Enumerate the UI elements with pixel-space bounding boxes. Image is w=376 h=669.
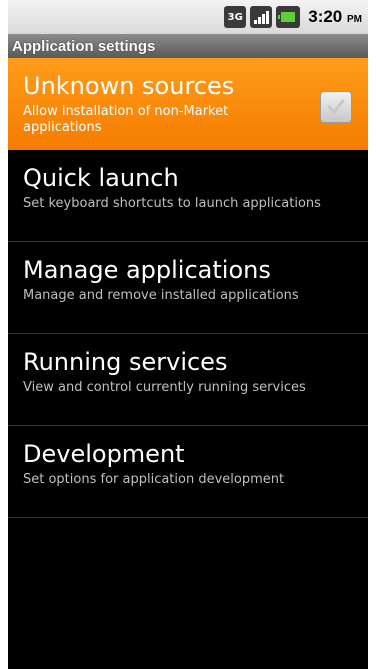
setting-quick-launch[interactable]: Quick launch Set keyboard shortcuts to l… [8,150,368,242]
3g-icon: 3G [224,6,247,28]
setting-title: Development [23,440,185,468]
setting-summary: Allow installation of non-Market applica… [23,104,229,135]
network-type-label: 3G [227,11,243,23]
status-bar: 3G 3:20 PM [8,0,368,34]
phone-screen: 3G 3:20 PM Application settings Unknown … [8,0,368,669]
setting-summary: View and control currently running servi… [23,380,306,395]
clock-time: 3:20 [308,7,343,26]
setting-summary: Set keyboard shortcuts to launch applica… [23,196,321,211]
signal-icon [250,6,273,28]
setting-title: Manage applications [23,256,271,284]
setting-unknown-sources[interactable]: Unknown sources Allow installation of no… [8,58,368,150]
settings-list: Unknown sources Allow installation of no… [8,58,368,518]
clock: 3:20 PM [308,7,362,27]
page-title: Application settings [12,37,156,55]
setting-summary: Manage and remove installed applications [23,288,299,303]
unknown-sources-checkbox[interactable] [320,91,352,123]
setting-title: Unknown sources [23,72,235,100]
battery-icon [276,6,301,28]
checkmark-icon [327,99,345,114]
setting-title: Running services [23,348,228,376]
setting-title: Quick launch [23,164,179,192]
clock-ampm: PM [347,14,362,25]
setting-summary: Set options for application development [23,472,285,487]
title-bar: Application settings [8,34,368,58]
setting-running-services[interactable]: Running services View and control curren… [8,334,368,426]
setting-development[interactable]: Development Set options for application … [8,426,368,518]
setting-manage-applications[interactable]: Manage applications Manage and remove in… [8,242,368,334]
